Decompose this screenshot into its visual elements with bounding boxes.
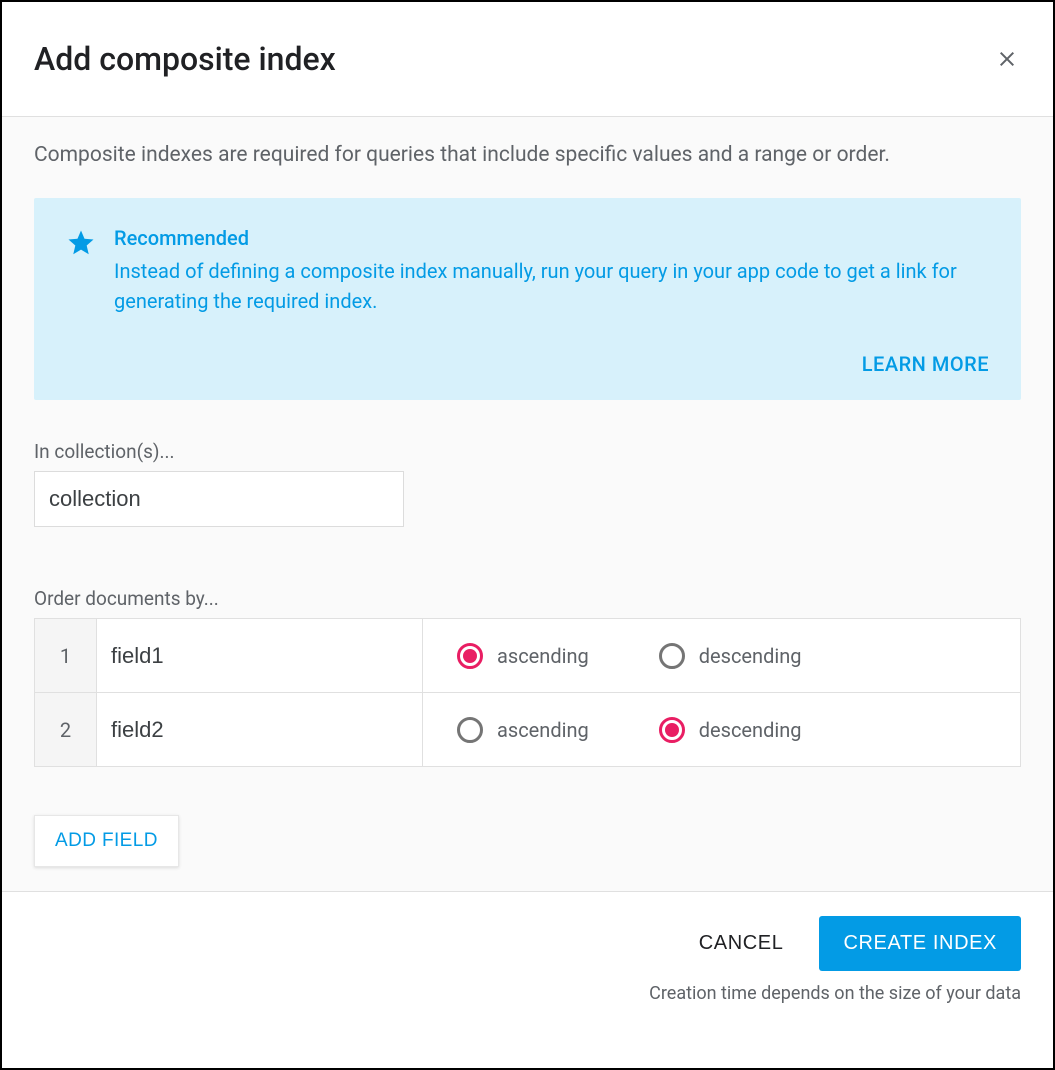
descending-radio[interactable]: descending xyxy=(659,717,802,743)
collection-label: In collection(s)... xyxy=(34,440,1021,463)
radio-icon xyxy=(457,643,483,669)
add-field-button[interactable]: ADD FIELD xyxy=(34,815,179,867)
radio-label: ascending xyxy=(497,718,589,742)
ascending-radio[interactable]: ascending xyxy=(457,717,589,743)
field-name-cell xyxy=(97,619,423,693)
row-index: 2 xyxy=(35,693,97,767)
radio-label: descending xyxy=(699,644,802,668)
order-label: Order documents by... xyxy=(34,587,1021,610)
dialog-title: Add composite index xyxy=(34,40,336,78)
sort-cell: ascending descending xyxy=(423,619,1021,693)
field-name-cell xyxy=(97,693,423,767)
radio-icon xyxy=(457,717,483,743)
dialog-description: Composite indexes are required for queri… xyxy=(34,141,1021,170)
create-index-button[interactable]: CREATE INDEX xyxy=(819,916,1021,971)
collection-input[interactable] xyxy=(34,471,404,527)
table-row: 2 ascending descending xyxy=(35,693,1021,767)
radio-icon xyxy=(659,643,685,669)
close-button[interactable] xyxy=(993,45,1021,73)
collection-section: In collection(s)... xyxy=(34,440,1021,527)
sort-cell: ascending descending xyxy=(423,693,1021,767)
field-name-input[interactable] xyxy=(111,693,408,766)
info-text: Instead of defining a composite index ma… xyxy=(114,256,989,316)
dialog-body: Composite indexes are required for queri… xyxy=(2,117,1053,891)
star-icon xyxy=(66,226,114,262)
radio-label: descending xyxy=(699,718,802,742)
ascending-radio[interactable]: ascending xyxy=(457,643,589,669)
dialog-header: Add composite index xyxy=(2,2,1053,117)
radio-icon xyxy=(659,717,685,743)
close-icon xyxy=(995,47,1019,71)
table-row: 1 ascending descending xyxy=(35,619,1021,693)
footer-note: Creation time depends on the size of you… xyxy=(34,983,1021,1004)
field-name-input[interactable] xyxy=(111,619,408,692)
order-table: 1 ascending descending 2 ascending descending xyxy=(34,618,1021,767)
descending-radio[interactable]: descending xyxy=(659,643,802,669)
cancel-button[interactable]: CANCEL xyxy=(699,932,784,955)
radio-label: ascending xyxy=(497,644,589,668)
order-section: Order documents by... 1 ascending descendi… xyxy=(34,587,1021,767)
dialog-footer: CANCEL CREATE INDEX Creation time depend… xyxy=(2,891,1053,1022)
learn-more-link[interactable]: LEARN MORE xyxy=(862,352,989,376)
recommended-info-box: Recommended Instead of defining a compos… xyxy=(34,198,1021,400)
info-heading: Recommended xyxy=(114,226,989,250)
row-index: 1 xyxy=(35,619,97,693)
